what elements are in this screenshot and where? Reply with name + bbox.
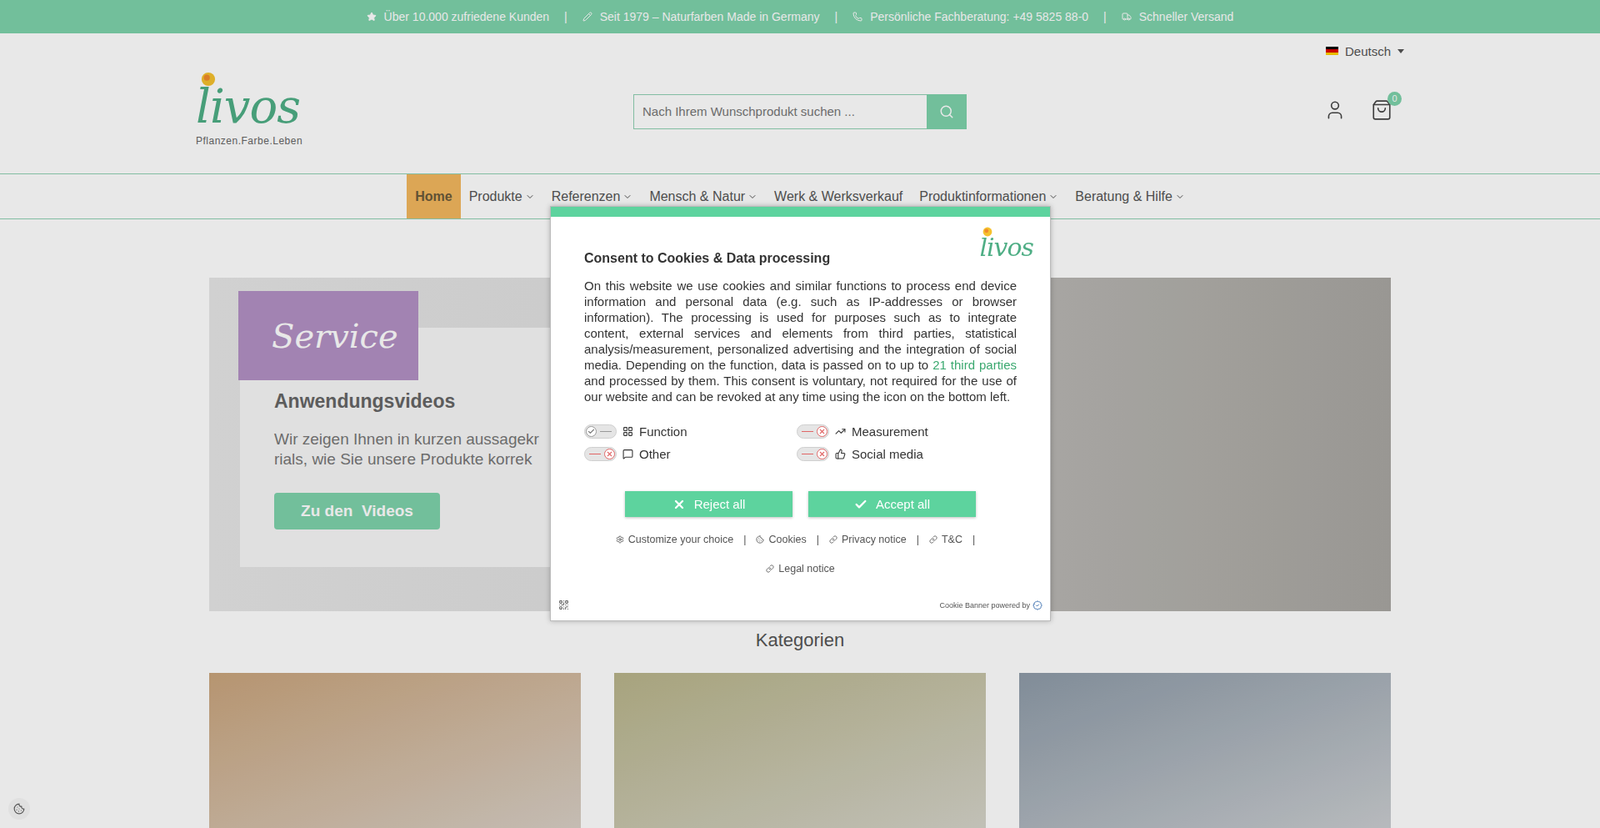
link-separator: | — [972, 531, 975, 547]
link-icon — [829, 535, 838, 544]
category-icon — [835, 425, 846, 437]
x-icon — [605, 450, 614, 458]
qr-code-icon[interactable] — [558, 599, 570, 610]
check-icon — [854, 497, 868, 511]
link-separator: | — [743, 531, 746, 547]
page: Über 10.000 zufriedene Kunden|Seit 1979 … — [0, 0, 1600, 828]
x-icon — [672, 497, 686, 511]
consent-toggle[interactable]: Social media — [796, 446, 1017, 461]
reject-all-button[interactable]: Reject all — [625, 490, 793, 517]
toggle-switch[interactable] — [796, 424, 830, 439]
link-separator: | — [916, 531, 920, 547]
third-parties-link[interactable]: 21 third parties — [932, 357, 1017, 372]
cookie-icon — [13, 800, 25, 816]
sun-icon — [982, 226, 993, 237]
toggle-switch — [584, 424, 617, 439]
link-separator: | — [816, 531, 820, 547]
consent-toggles: FunctionMeasurement OtherSocial media — [584, 424, 1017, 461]
x-icon — [818, 427, 826, 435]
dialog-link[interactable]: Cookies — [755, 531, 806, 547]
category-icon — [622, 448, 634, 460]
dialog-title: Consent to Cookies & Data processing — [584, 250, 1017, 267]
dialog-text: On this website we use cookies and simil… — [584, 277, 1017, 405]
dialog-link[interactable]: T&C — [929, 531, 963, 547]
dialog-bar — [550, 206, 1050, 217]
badge-check-icon — [1032, 600, 1043, 610]
link-icon — [765, 564, 775, 573]
dialog-link[interactable]: Legal notice — [765, 560, 835, 576]
x-icon — [818, 450, 826, 458]
category-icon — [622, 425, 634, 437]
link-icon — [615, 535, 625, 544]
accept-all-button[interactable]: Accept all — [808, 490, 976, 517]
link-icon — [755, 535, 765, 544]
logo[interactable]: livos — [979, 231, 1034, 260]
check-icon — [587, 427, 595, 435]
category-icon — [835, 448, 846, 460]
toggle-switch[interactable] — [796, 446, 830, 461]
logo-name: livos — [979, 235, 1034, 260]
dialog-links: Customize your choice | Cookies | Privacy no… — [605, 531, 997, 576]
dialog-link[interactable]: Customize your choice — [615, 531, 734, 547]
powered-by[interactable]: Cookie Banner powered by — [939, 600, 1043, 610]
cookie-settings-button[interactable] — [8, 797, 30, 820]
consent-dialog: livosConsent to Cookies & Data processin… — [550, 205, 1051, 621]
consent-toggle[interactable]: Other — [584, 446, 797, 461]
link-icon — [929, 535, 938, 544]
consent-toggle[interactable]: Function — [584, 424, 797, 439]
dialog-link[interactable]: Privacy notice — [829, 531, 907, 547]
consent-toggle[interactable]: Measurement — [796, 424, 1017, 439]
toggle-switch[interactable] — [584, 446, 617, 461]
